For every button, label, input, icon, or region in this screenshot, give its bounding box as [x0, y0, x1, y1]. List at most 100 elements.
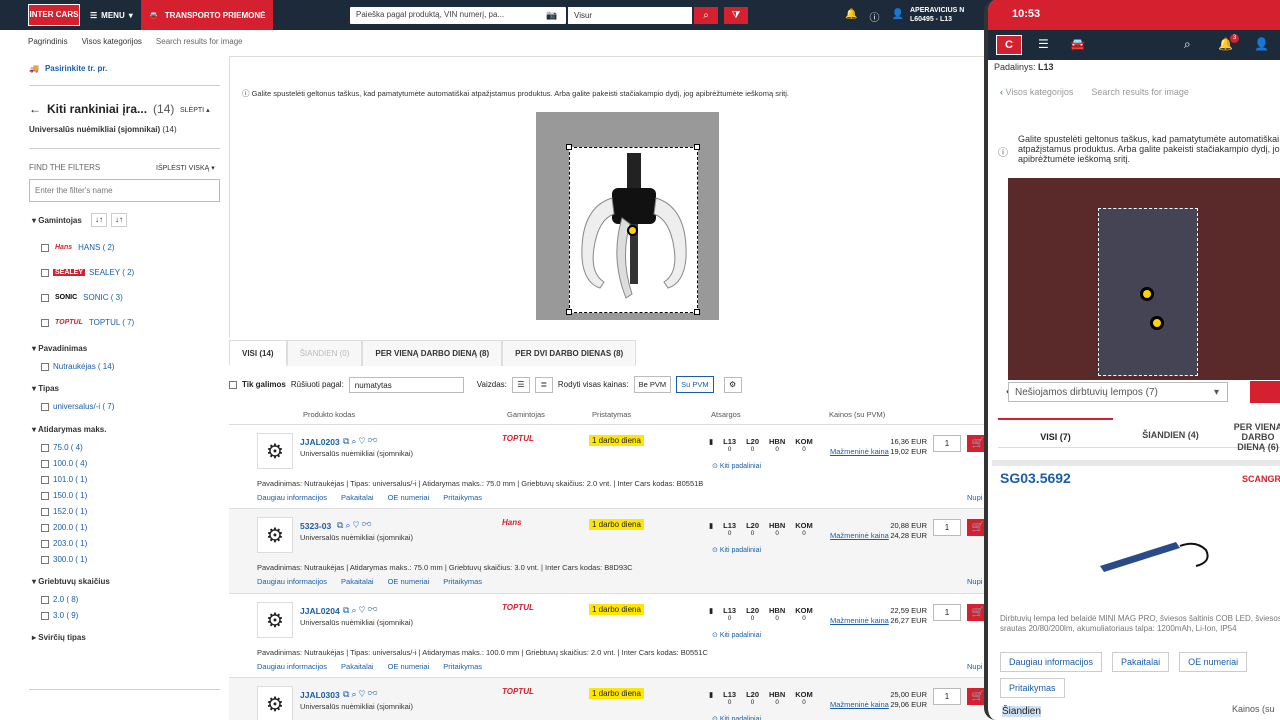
- resize-handle[interactable]: [694, 144, 700, 150]
- intercars-logo[interactable]: C: [996, 35, 1022, 55]
- breadcrumb-categories[interactable]: Visos kategorijos: [82, 37, 142, 46]
- tab-today[interactable]: ŠIANDIEN (4): [1113, 418, 1228, 448]
- more-info-link[interactable]: Daugiau informacijos: [257, 662, 327, 671]
- table-row[interactable]: ⚙ JJAL0303 ⧉⌕♡⚯ Universalūs nuėmikliai (…: [229, 677, 989, 720]
- filter-item-opening[interactable]: 75.0 ( 4): [41, 443, 83, 452]
- tab-all[interactable]: VISI (7): [998, 418, 1113, 448]
- retail-price-link[interactable]: Mažmeninė kaina: [830, 447, 889, 456]
- checkbox[interactable]: [41, 402, 49, 411]
- bike-icon[interactable]: ⚯: [367, 436, 379, 446]
- tab-all[interactable]: VISI (14): [229, 340, 287, 366]
- transport-button[interactable]: 🚘 TRANSPORTO PRIEMONĖ: [140, 0, 274, 30]
- more-info-link[interactable]: Daugiau informacijos: [257, 577, 327, 586]
- filter-button[interactable]: [1250, 381, 1280, 403]
- filter-item-opening[interactable]: 152.0 ( 1): [41, 507, 87, 516]
- checkbox[interactable]: [41, 611, 49, 620]
- table-row[interactable]: ⚙ JJAL0203 ⧉⌕♡⚯ Universalūs nuėmikliai (…: [229, 424, 989, 508]
- search-icon[interactable]: ⌕: [1184, 37, 1191, 52]
- checkbox[interactable]: [41, 243, 49, 252]
- filter-item-opening[interactable]: 203.0 ( 1): [41, 539, 87, 548]
- tab-two-days[interactable]: PER DVI DARBO DIENAS (8): [502, 340, 637, 366]
- quantity-input[interactable]: 1: [933, 688, 961, 705]
- replacements-link[interactable]: Pakaitalai: [341, 577, 374, 586]
- replacements-link[interactable]: Pakaitalai: [341, 662, 374, 671]
- filter-lever[interactable]: ▸ Svirčių tipas: [32, 633, 86, 642]
- back-arrow-icon[interactable]: ←: [29, 102, 41, 116]
- filter-item-opening[interactable]: 101.0 ( 1): [41, 475, 87, 484]
- checkbox[interactable]: [41, 491, 49, 500]
- oe-numbers-link[interactable]: OE numeriai: [1179, 652, 1248, 672]
- more-info-link[interactable]: Daugiau informacijos: [1000, 652, 1103, 672]
- checkbox[interactable]: [41, 523, 49, 532]
- filter-opening[interactable]: ▾ Atidarymas maks.: [32, 425, 106, 434]
- checkbox[interactable]: [41, 459, 49, 468]
- without-vat-button[interactable]: Be PVM: [633, 376, 672, 393]
- filter-name[interactable]: ▾ Pavadinimas: [32, 344, 87, 353]
- tab-one-day[interactable]: PER VIENĄ DARBO DIENĄ (6): [1228, 418, 1280, 452]
- filter-grips[interactable]: ▾ Griebtuvų skaičius: [32, 577, 110, 586]
- product-image[interactable]: ⚙: [257, 602, 293, 638]
- filter-item-grips[interactable]: 2.0 ( 8): [41, 595, 78, 604]
- info-icon[interactable]: ⓘ: [869, 9, 879, 24]
- filter-item-name[interactable]: Nutraukėjas ( 14): [41, 362, 114, 371]
- filter-type[interactable]: ▾ Tipas: [32, 384, 59, 393]
- select-vehicle-link[interactable]: 🚚 Pasirinkite tr. pr.: [29, 64, 107, 73]
- checkbox[interactable]: [41, 507, 49, 516]
- retail-price-link[interactable]: Mažmeninė kaina: [830, 616, 889, 625]
- bike-icon[interactable]: ⚯: [361, 520, 373, 530]
- product-image[interactable]: ⚙: [257, 517, 293, 553]
- subcategory[interactable]: Universalūs nuėmikliai (sjomnikai) (14): [29, 125, 177, 134]
- fitment-link[interactable]: Pritaikymas: [443, 577, 482, 586]
- bike-icon[interactable]: ⚯: [367, 605, 379, 615]
- other-branches-link[interactable]: ⊙ Kiti padaliniai: [712, 715, 761, 720]
- detection-point[interactable]: [627, 225, 638, 236]
- replacements-link[interactable]: Pakaitalai: [341, 493, 374, 502]
- breadcrumb-categories[interactable]: ‹ Visos kategorijos: [1000, 87, 1073, 97]
- checkbox[interactable]: [41, 555, 49, 564]
- scope-select[interactable]: Visur: [568, 7, 692, 24]
- replacements-link[interactable]: Pakaitalai: [1112, 652, 1170, 672]
- filter-item-opening[interactable]: 200.0 ( 1): [41, 523, 87, 532]
- bell-icon[interactable]: 🔔: [845, 9, 857, 24]
- search-input[interactable]: Paieška pagal produktą, VIN numerį, pa..…: [350, 7, 566, 24]
- checkbox[interactable]: [41, 268, 49, 277]
- settings-button[interactable]: ⚙: [723, 376, 742, 393]
- sort-desc-button[interactable]: ↓↑: [111, 213, 127, 227]
- checkbox[interactable]: [41, 539, 49, 548]
- quantity-input[interactable]: 1: [933, 435, 961, 452]
- filter-item-sealey[interactable]: SEALEY SEALEY ( 2): [41, 268, 134, 277]
- filter-button[interactable]: ⧩: [724, 7, 748, 24]
- search-button[interactable]: ⌕: [694, 7, 718, 24]
- product-code[interactable]: JJAL0303: [300, 690, 340, 700]
- expand-all-button[interactable]: IŠPLĖSTI VISKĄ ▾: [156, 164, 215, 172]
- filter-manufacturer[interactable]: ▾ Gamintojas: [32, 216, 82, 225]
- filter-item-grips[interactable]: 3.0 ( 9): [41, 611, 78, 620]
- oe-numbers-link[interactable]: OE numeriai: [388, 577, 430, 586]
- other-branches-link[interactable]: ⊙ Kiti padaliniai: [712, 546, 761, 554]
- product-code[interactable]: 5323-03: [300, 521, 331, 531]
- filter-item-type[interactable]: universalus/-i ( 7): [41, 402, 114, 411]
- other-branches-link[interactable]: ⊙ Kiti padaliniai: [712, 462, 761, 470]
- retail-price-link[interactable]: Mažmeninė kaina: [830, 700, 889, 709]
- resize-handle[interactable]: [566, 309, 572, 315]
- filter-item-hans[interactable]: Hans HANS ( 2): [41, 243, 115, 252]
- bike-icon[interactable]: ⚯: [367, 689, 379, 699]
- oe-numbers-link[interactable]: OE numeriai: [388, 662, 430, 671]
- camera-icon[interactable]: 📷: [546, 10, 557, 21]
- with-vat-button[interactable]: Su PVM: [676, 376, 714, 393]
- checkbox[interactable]: [41, 318, 49, 327]
- sort-select[interactable]: numatytas: [348, 376, 464, 393]
- fitment-link[interactable]: Pritaikymas: [1000, 678, 1065, 698]
- list-view-button[interactable]: ☰: [511, 376, 530, 393]
- resize-handle[interactable]: [694, 309, 700, 315]
- detection-point[interactable]: [1150, 316, 1164, 330]
- detection-point[interactable]: [1140, 287, 1154, 301]
- product-card[interactable]: SG03.5692 SCANGRIP Dirbtuvių lempa led b…: [992, 460, 1280, 720]
- category-select[interactable]: Nešiojamos dirbtuvių lempos (7) ▾: [1008, 382, 1228, 402]
- hide-button[interactable]: SLĖPTI ▴: [180, 106, 210, 114]
- filter-item-sonic[interactable]: SONIC SONIC ( 3): [41, 293, 123, 302]
- hamburger-icon[interactable]: ☰: [1038, 37, 1049, 51]
- car-icon[interactable]: 🚘: [1070, 37, 1085, 51]
- only-available-checkbox[interactable]: [229, 380, 237, 389]
- tab-one-day[interactable]: PER VIENĄ DARBO DIENĄ (8): [362, 340, 503, 366]
